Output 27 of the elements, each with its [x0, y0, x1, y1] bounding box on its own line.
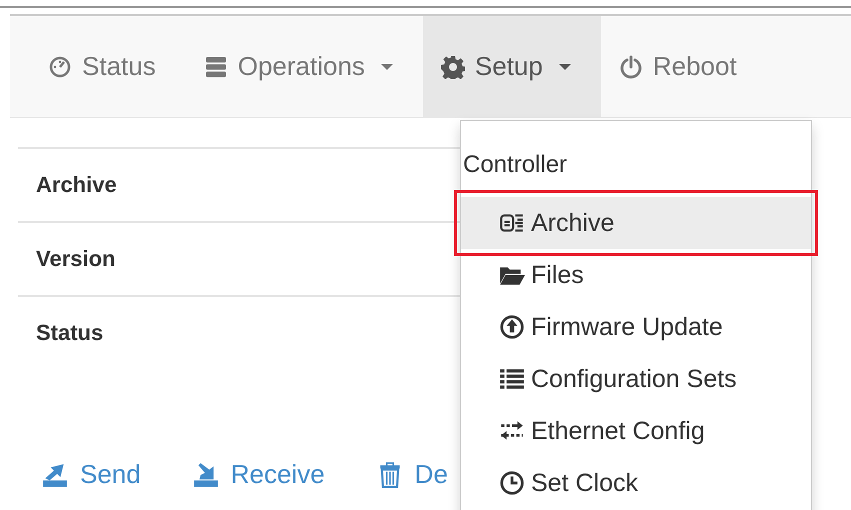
menu-item[interactable]: Set Clock — [461, 457, 811, 509]
gauge-icon — [48, 54, 72, 78]
menu-item[interactable]: Firmware Update — [461, 301, 811, 353]
menu-item[interactable]: Configuration Sets — [461, 353, 811, 405]
upload-tray-icon — [42, 462, 68, 488]
clock-icon — [499, 470, 525, 496]
gear-icon — [440, 54, 465, 78]
row-label: Archive — [36, 172, 117, 198]
action-link[interactable]: Send — [42, 459, 141, 490]
server-icon — [204, 54, 228, 78]
caret-icon — [380, 64, 393, 70]
menu-item[interactable]: Files — [461, 249, 811, 301]
nav-tab[interactable]: Setup — [422, 16, 601, 117]
menu-item[interactable]: Archive — [461, 197, 811, 249]
caret-icon — [558, 64, 571, 70]
row-label: Status — [36, 320, 104, 346]
menu-item[interactable]: Ethernet Config — [461, 405, 811, 457]
action-link[interactable]: Receive — [192, 459, 325, 490]
menu-header: Controller — [463, 151, 568, 180]
nav-tab[interactable]: Status — [30, 16, 186, 117]
nav-tab[interactable]: Operations — [186, 16, 423, 117]
nav-tab[interactable]: Reboot — [600, 16, 767, 117]
download-tray-icon — [192, 462, 219, 488]
power-icon — [618, 54, 643, 78]
action-link[interactable]: De — [376, 459, 448, 490]
row-label: Version — [36, 246, 116, 272]
upload-circle-icon — [499, 314, 525, 340]
